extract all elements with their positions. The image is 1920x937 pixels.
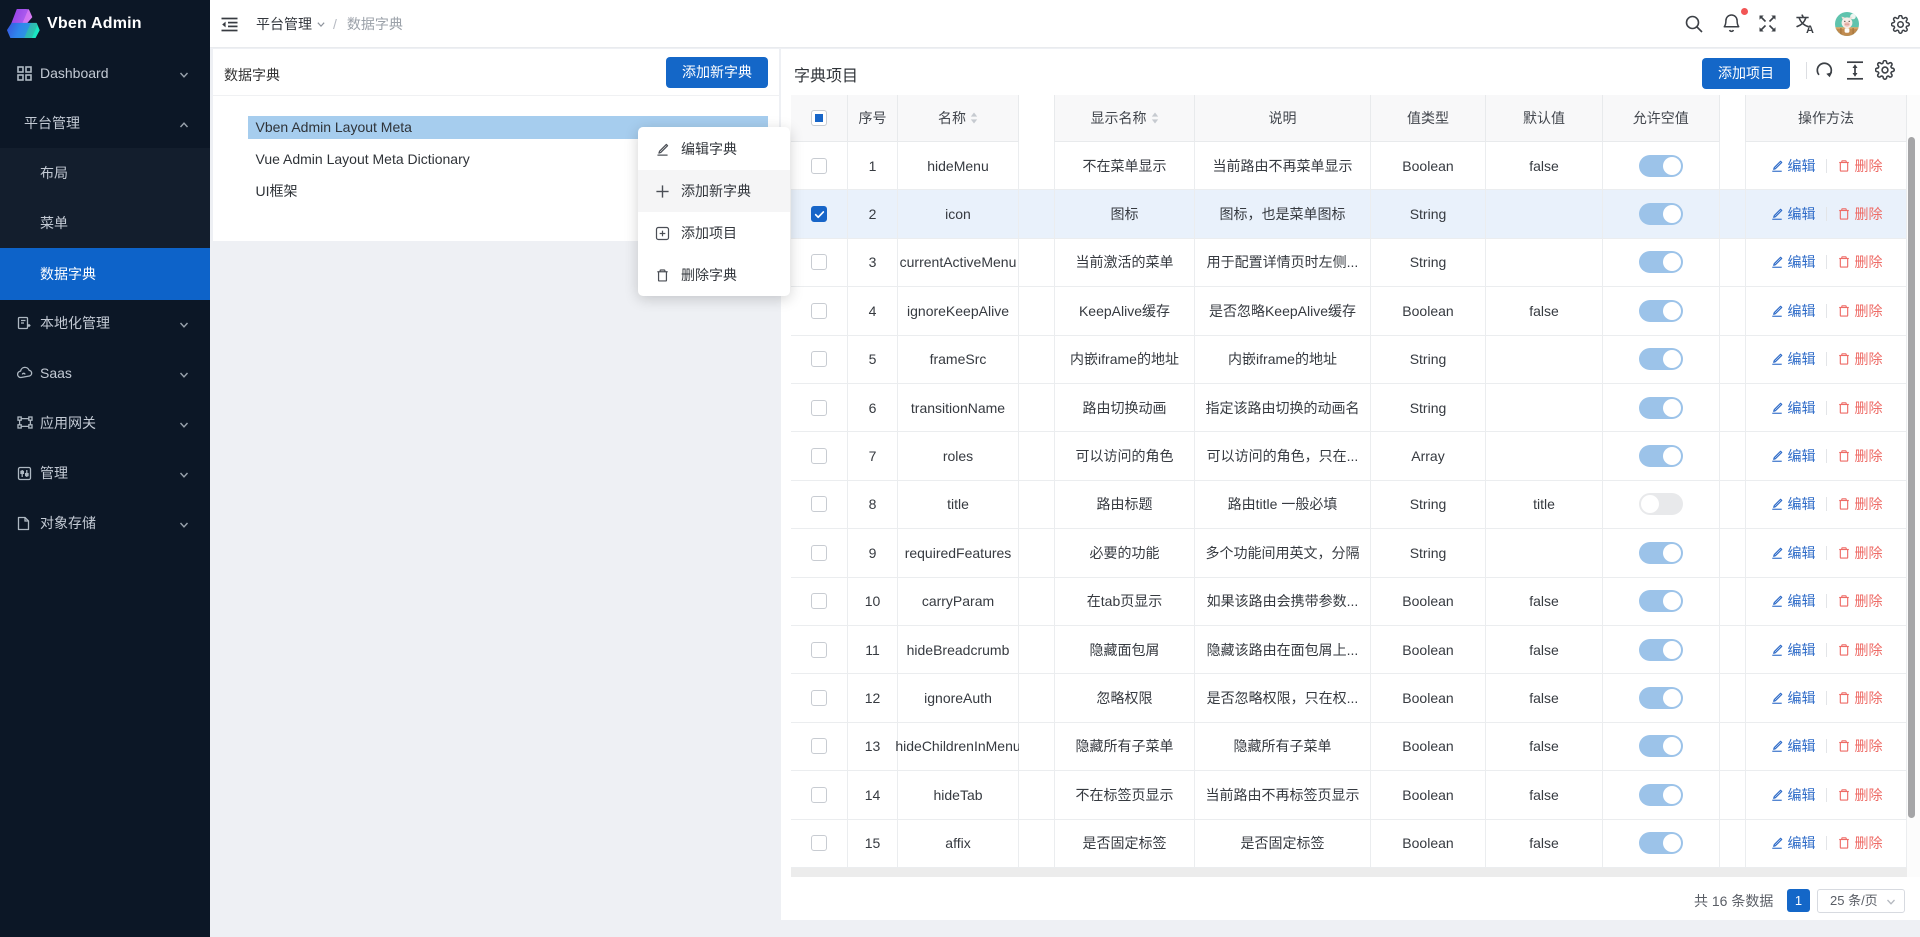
svg-text:A: A bbox=[1806, 24, 1814, 34]
